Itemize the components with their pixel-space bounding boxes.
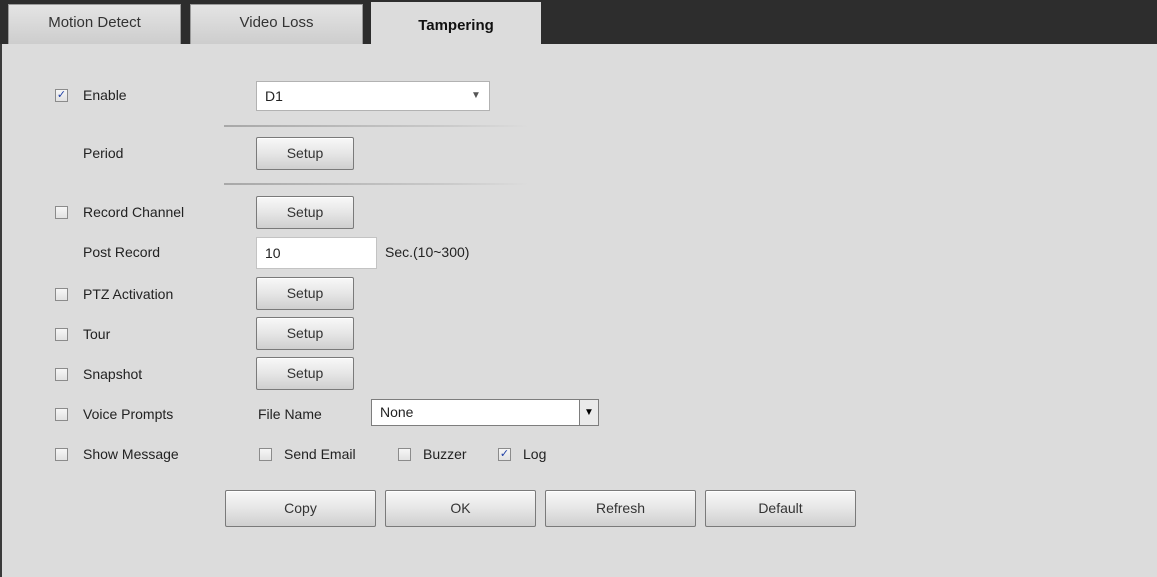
record-channel-label: Record Channel — [83, 204, 185, 220]
period-label: Period — [83, 145, 124, 161]
voice-prompts-label: Voice Prompts — [83, 406, 174, 422]
period-setup-button[interactable]: Setup — [256, 137, 354, 170]
post-record-hint: Sec.(10~300) — [385, 244, 470, 260]
ptz-activation-setup-button[interactable]: Setup — [256, 277, 354, 310]
enable-select-value: D1 — [265, 88, 283, 104]
tour-checkbox[interactable] — [55, 328, 68, 341]
enable-select[interactable]: D1 ▼ — [256, 81, 490, 111]
buzzer-label: Buzzer — [423, 446, 467, 462]
record-channel-setup-button[interactable]: Setup — [256, 196, 354, 229]
tab-tampering[interactable]: Tampering — [371, 2, 541, 46]
send-email-label: Send Email — [284, 446, 356, 462]
post-record-input[interactable]: 10 — [256, 237, 377, 269]
voice-prompts-checkbox[interactable] — [55, 408, 68, 421]
tab-bar: Motion Detect Video Loss Tampering — [0, 0, 1157, 46]
log-label: Log — [523, 446, 547, 462]
file-name-label: File Name — [258, 406, 322, 422]
divider — [224, 125, 529, 127]
ptz-activation-label: PTZ Activation — [83, 286, 174, 302]
show-message-checkbox[interactable] — [55, 448, 68, 461]
record-channel-checkbox[interactable] — [55, 206, 68, 219]
buzzer-checkbox[interactable] — [398, 448, 411, 461]
snapshot-setup-button[interactable]: Setup — [256, 357, 354, 390]
post-record-label: Post Record — [83, 244, 161, 260]
log-checkbox[interactable]: ✓ — [498, 448, 511, 461]
enable-label: Enable — [83, 87, 127, 103]
chevron-down-icon: ▼ — [579, 400, 598, 425]
snapshot-label: Snapshot — [83, 366, 143, 382]
snapshot-checkbox[interactable] — [55, 368, 68, 381]
tab-video-loss[interactable]: Video Loss — [190, 4, 363, 44]
tampering-settings-window: Motion Detect Video Loss Tampering ✓ Ena… — [0, 0, 1157, 577]
tab-motion-detect[interactable]: Motion Detect — [8, 4, 181, 44]
file-name-select-value: None — [380, 404, 414, 420]
send-email-checkbox[interactable] — [259, 448, 272, 461]
chevron-down-icon: ▼ — [471, 90, 481, 101]
enable-checkbox[interactable]: ✓ — [55, 89, 68, 102]
tour-setup-button[interactable]: Setup — [256, 317, 354, 350]
ptz-activation-checkbox[interactable] — [55, 288, 68, 301]
refresh-button[interactable]: Refresh — [545, 490, 696, 527]
settings-panel: ✓ Enable D1 ▼ Period Setup Record Channe… — [0, 44, 1157, 577]
copy-button[interactable]: Copy — [225, 490, 376, 527]
tour-label: Tour — [83, 326, 111, 342]
show-message-label: Show Message — [83, 446, 179, 462]
default-button[interactable]: Default — [705, 490, 856, 527]
ok-button[interactable]: OK — [385, 490, 536, 527]
divider — [224, 183, 529, 185]
file-name-select[interactable]: None ▼ — [371, 399, 599, 426]
